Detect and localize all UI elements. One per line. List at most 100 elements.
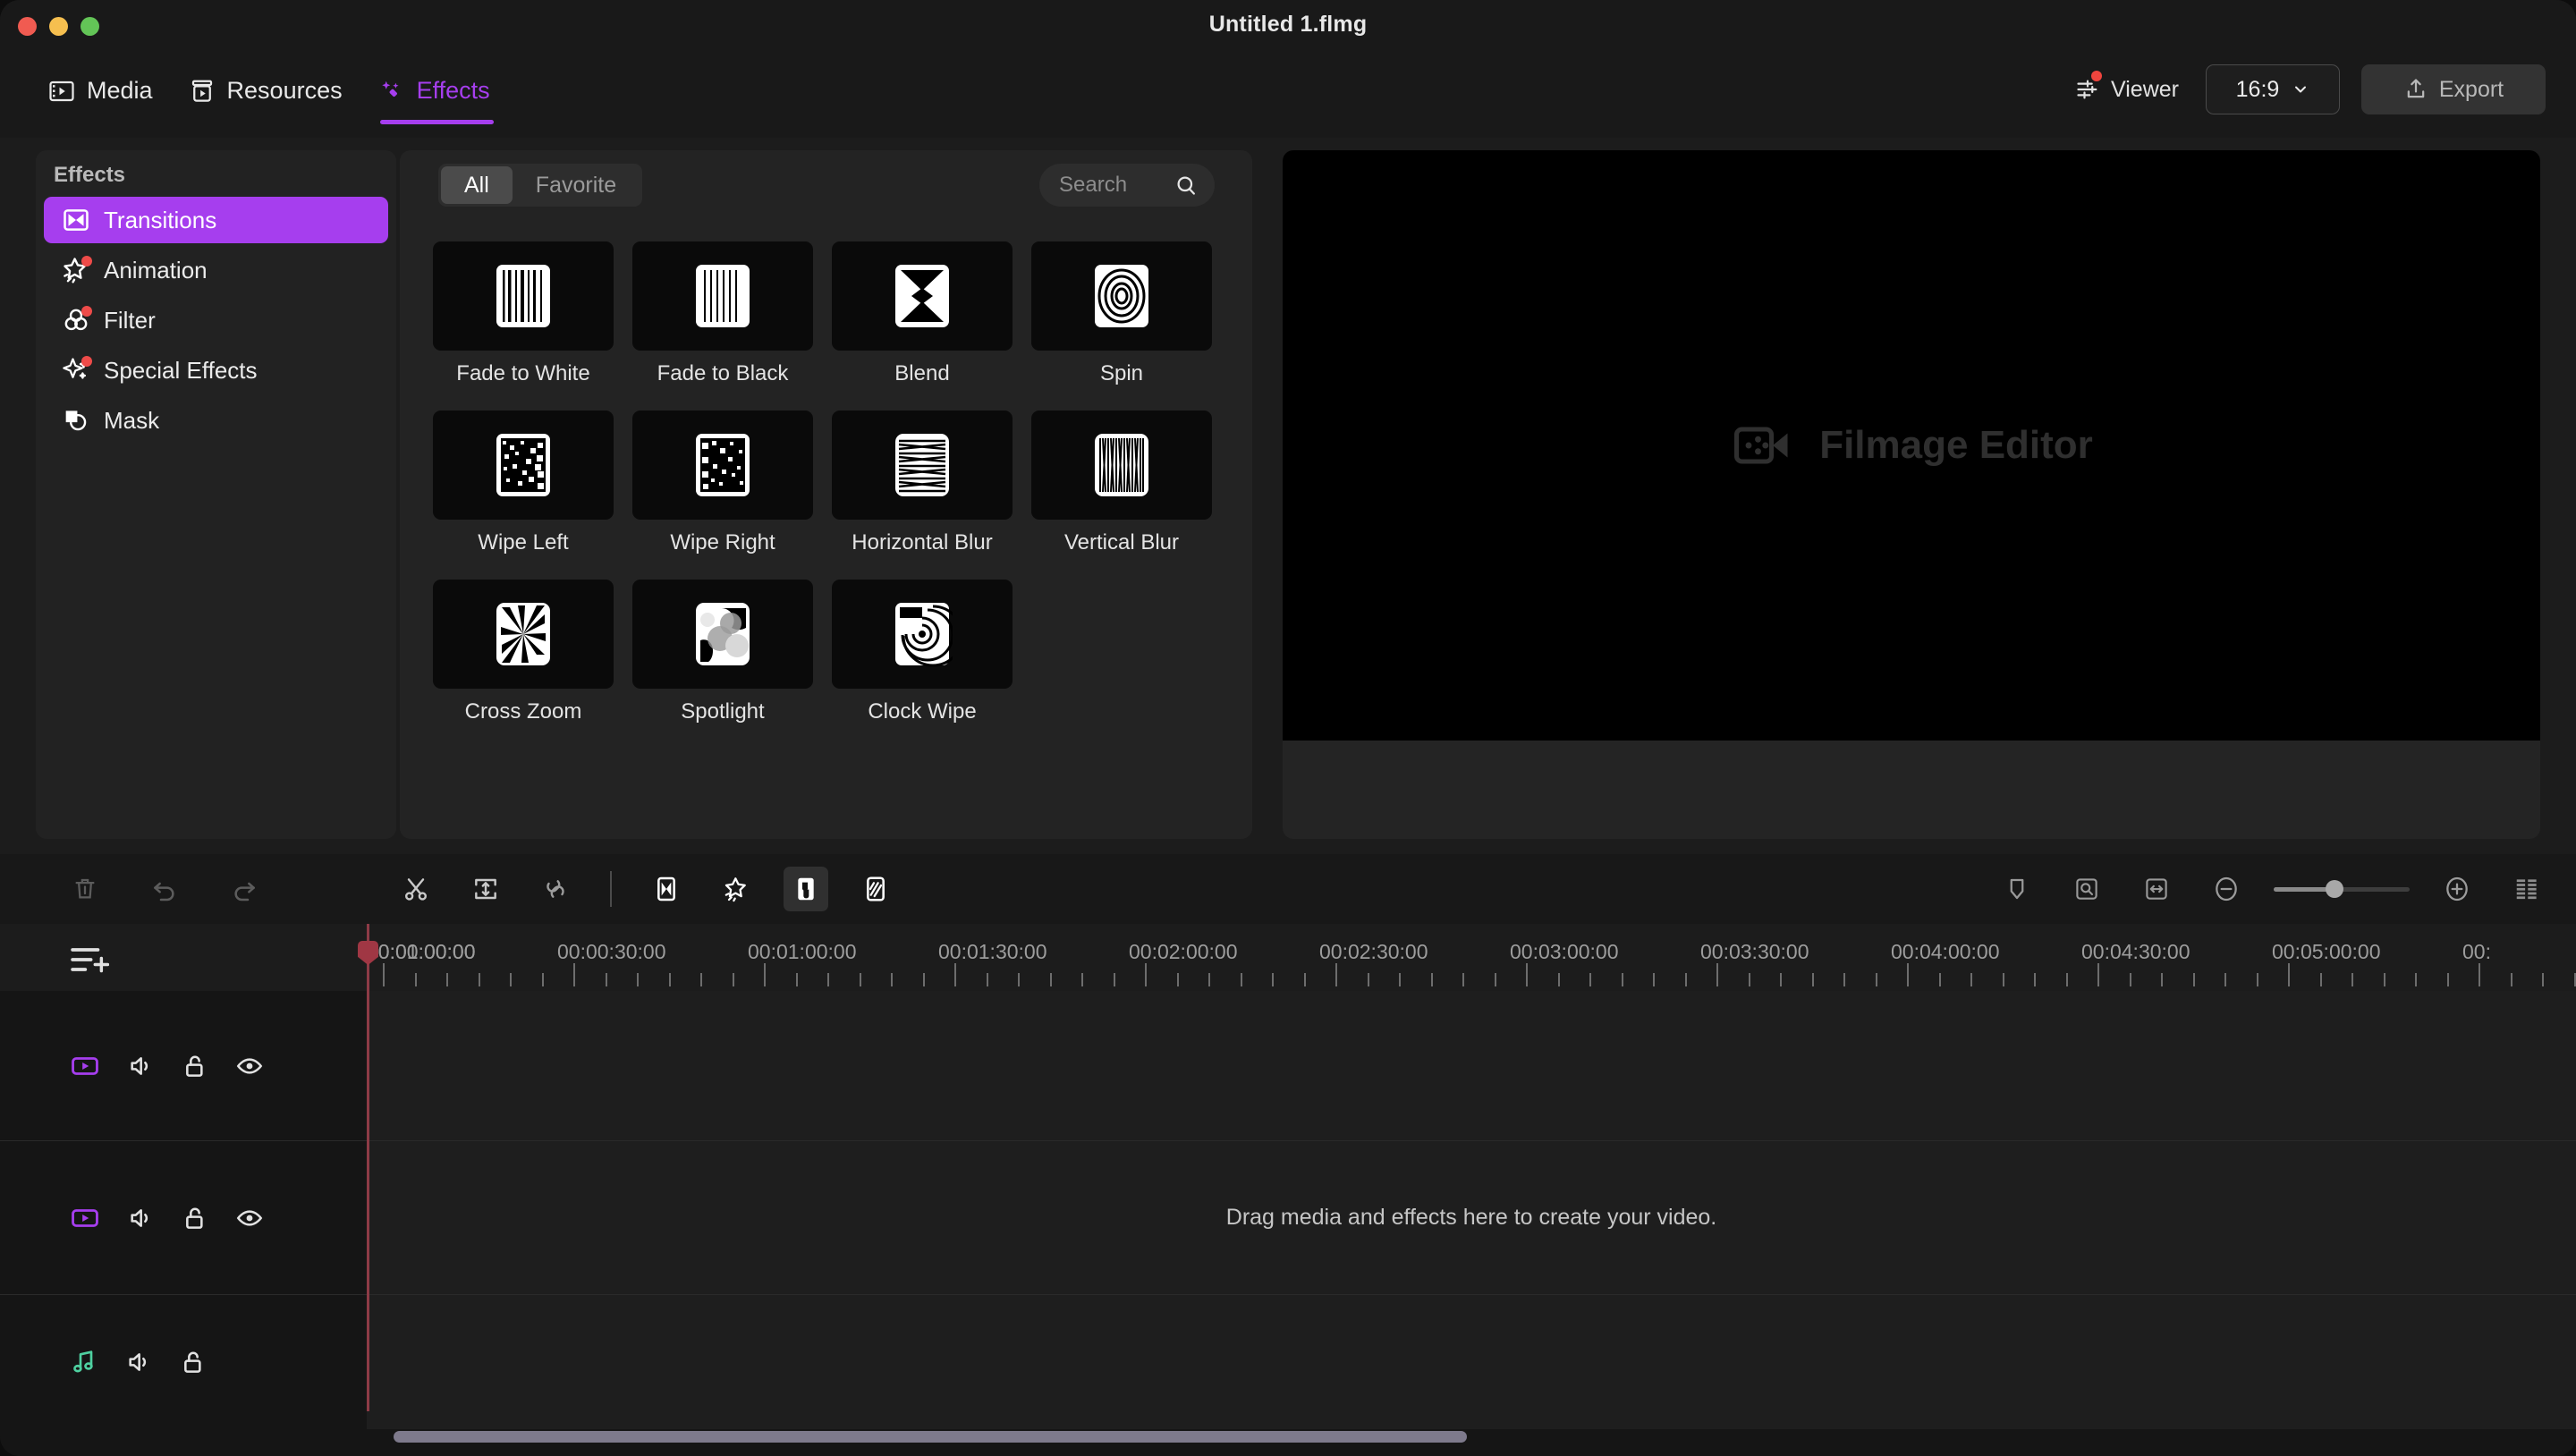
- add-track-button[interactable]: [70, 944, 109, 976]
- timeline-ruler[interactable]: 00:00:00:00 00:00:30:00 00:01:00:00 00:0…: [367, 924, 2576, 991]
- effect-thumbnail[interactable]: [433, 241, 614, 351]
- watermark-text: Filmage Editor: [1819, 423, 2093, 467]
- tab-effects[interactable]: Effects: [368, 70, 506, 124]
- sidebar-item-mask[interactable]: Mask: [44, 397, 388, 444]
- unlock-icon[interactable]: [181, 1204, 209, 1232]
- ruler-tick-minor: [541, 973, 544, 986]
- export-button[interactable]: Export: [2361, 64, 2546, 114]
- eye-icon[interactable]: [235, 1052, 264, 1080]
- effect-item-wipe-left[interactable]: Wipe Left: [433, 411, 632, 555]
- zoom-slider[interactable]: [2274, 867, 2410, 911]
- animation-button[interactable]: [714, 867, 758, 911]
- undo-button[interactable]: [142, 867, 187, 911]
- eye-icon[interactable]: [235, 1204, 264, 1232]
- track-content[interactable]: Drag media and effects here to create yo…: [367, 1141, 2576, 1294]
- effect-item-fade-to-white[interactable]: Fade to White: [433, 241, 632, 386]
- volume-icon[interactable]: [126, 1204, 155, 1232]
- effect-thumbnail[interactable]: [832, 241, 1013, 351]
- chevron-down-icon: [2292, 80, 2309, 98]
- effect-item-spotlight[interactable]: Spotlight: [632, 580, 832, 724]
- link-button[interactable]: [533, 867, 578, 911]
- ruler-tick-minor: [2065, 973, 2068, 986]
- video-track-icon[interactable]: [70, 1203, 100, 1233]
- effect-thumbnail[interactable]: [1031, 241, 1212, 351]
- segment-favorite[interactable]: Favorite: [513, 166, 640, 204]
- zoom-slider-handle[interactable]: [2326, 880, 2343, 898]
- ruler-tick-minor: [1811, 973, 1814, 986]
- effect-thumbnail[interactable]: [832, 580, 1013, 689]
- effect-thumbnail[interactable]: [632, 411, 813, 520]
- video-canvas[interactable]: Filmage Editor: [1283, 150, 2540, 741]
- track-row-audio-1[interactable]: [0, 1295, 2576, 1429]
- tab-media[interactable]: Media: [38, 70, 169, 112]
- segment-all[interactable]: All: [441, 166, 513, 204]
- filter-button[interactable]: [853, 867, 898, 911]
- effect-thumbnail[interactable]: [433, 580, 614, 689]
- effect-thumbnail[interactable]: [1031, 411, 1212, 520]
- search-icon[interactable]: [1174, 174, 1199, 198]
- sidebar-item-special-effects[interactable]: Special Effects: [44, 347, 388, 394]
- delete-button[interactable]: [63, 867, 107, 911]
- zoom-out-button[interactable]: [2204, 867, 2249, 911]
- video-track-icon[interactable]: [70, 1051, 100, 1081]
- volume-icon[interactable]: [124, 1348, 153, 1376]
- effect-label: Cross Zoom: [464, 699, 582, 724]
- music-note-icon[interactable]: [70, 1348, 98, 1376]
- ruler-tick-minor: [2224, 973, 2226, 986]
- viewer-button[interactable]: Viewer: [2070, 69, 2184, 111]
- effect-item-horizontal-blur[interactable]: Horizontal Blur: [832, 411, 1031, 555]
- effect-item-clock-wipe[interactable]: Clock Wipe: [832, 580, 1031, 724]
- search-box[interactable]: [1039, 164, 1215, 207]
- effects-grid: Fade to White Fade to Black Blend Spin W…: [433, 241, 1238, 749]
- transition-button[interactable]: [644, 867, 689, 911]
- track-header: [0, 1141, 367, 1294]
- effect-thumbnail[interactable]: [632, 580, 813, 689]
- track-content[interactable]: [367, 1295, 2576, 1429]
- sidebar-item-filter[interactable]: Filter: [44, 297, 388, 343]
- effect-item-cross-zoom[interactable]: Cross Zoom: [433, 580, 632, 724]
- ruler-tick-minor: [827, 973, 829, 986]
- zoom-in-button[interactable]: [2435, 867, 2479, 911]
- sidebar-title: Effects: [54, 163, 126, 187]
- effect-thumbnail[interactable]: [433, 411, 614, 520]
- zoom-to-fit-button[interactable]: [2064, 867, 2109, 911]
- unlock-icon[interactable]: [181, 1052, 209, 1080]
- top-right-controls: Viewer 16:9 Export: [2070, 64, 2546, 114]
- split-button[interactable]: [394, 867, 438, 911]
- sidebar-item-transitions[interactable]: Transitions: [44, 197, 388, 243]
- ruler-tick-minor: [1557, 973, 1560, 986]
- ruler-tick-minor: [1049, 973, 1052, 986]
- ruler-tick-minor: [1938, 973, 1941, 986]
- ruler-tick-minor: [446, 973, 448, 986]
- search-input[interactable]: [1059, 173, 1171, 198]
- effect-thumbnail[interactable]: [832, 411, 1013, 520]
- playhead[interactable]: [358, 924, 378, 1411]
- crop-button[interactable]: [463, 867, 508, 911]
- ruler-tick-minor: [1621, 973, 1623, 986]
- volume-icon[interactable]: [126, 1052, 155, 1080]
- track-row-video-1[interactable]: [0, 991, 2576, 1141]
- effect-item-spin[interactable]: Spin: [1031, 241, 1231, 386]
- ruler-tick-minor: [2161, 973, 2163, 986]
- effects-sidebar: Effects Transitions Animation Filter Spe…: [36, 150, 396, 839]
- effect-item-vertical-blur[interactable]: Vertical Blur: [1031, 411, 1231, 555]
- ruler-tick-major: [2288, 963, 2290, 986]
- unlock-icon[interactable]: [179, 1348, 208, 1376]
- thumbnail-settings-button[interactable]: [2504, 867, 2549, 911]
- fit-width-button[interactable]: [2134, 867, 2179, 911]
- effect-item-blend[interactable]: Blend: [832, 241, 1031, 386]
- sidebar-item-animation[interactable]: Animation: [44, 247, 388, 293]
- redo-button[interactable]: [222, 867, 267, 911]
- effect-item-fade-to-black[interactable]: Fade to Black: [632, 241, 832, 386]
- timeline-horizontal-scrollbar[interactable]: [394, 1431, 1467, 1443]
- ruler-tick-minor: [2192, 973, 2195, 986]
- track-row-video-2[interactable]: Drag media and effects here to create yo…: [0, 1141, 2576, 1295]
- mask-button[interactable]: [784, 867, 828, 911]
- effect-item-wipe-right[interactable]: Wipe Right: [632, 411, 832, 555]
- marker-button[interactable]: [1995, 867, 2039, 911]
- track-content[interactable]: [367, 991, 2576, 1140]
- effect-thumbnail[interactable]: [632, 241, 813, 351]
- ruler-tick-minor: [1653, 973, 1655, 986]
- aspect-ratio-select[interactable]: 16:9: [2206, 64, 2340, 114]
- tab-resources[interactable]: Resources: [178, 70, 359, 112]
